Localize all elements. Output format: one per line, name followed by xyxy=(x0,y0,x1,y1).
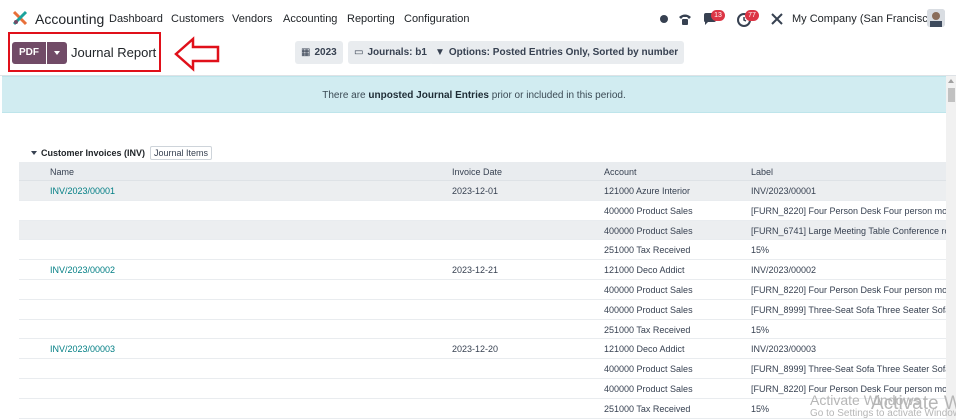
phone-icon[interactable] xyxy=(677,11,693,27)
nav-customers[interactable]: Customers xyxy=(171,13,224,25)
caret-down-icon[interactable] xyxy=(31,151,37,155)
scrollbar-thumb[interactable] xyxy=(948,88,955,102)
app-name[interactable]: Accounting xyxy=(35,11,104,27)
book-icon: ▭ xyxy=(354,47,364,58)
filter-options-label: Options: Posted Entries Only, Sorted by … xyxy=(448,47,679,58)
cell-label: [FURN_6741] Large Meeting Table Conferen… xyxy=(751,225,946,236)
column-header-name: Name xyxy=(50,167,75,177)
nav-dashboard[interactable]: Dashboard xyxy=(109,13,163,25)
scroll-up-icon[interactable] xyxy=(948,79,954,83)
table-row[interactable]: 251000 Tax Received 15% xyxy=(19,320,946,340)
cell-account: 400000 Product Sales xyxy=(604,304,693,315)
company-switcher[interactable]: My Company (San Francisco) xyxy=(792,13,938,25)
banner-suffix: prior or included in this period. xyxy=(488,90,626,101)
table-row[interactable]: 400000 Product Sales [FURN_8999] Three-Se… xyxy=(19,359,946,379)
accounting-app-icon[interactable] xyxy=(12,10,28,26)
filter-date-label: 2023 xyxy=(314,47,337,58)
annotation-arrow-icon xyxy=(174,36,220,72)
cell-invoice-date: 2023-12-01 xyxy=(452,186,499,196)
tools-icon[interactable] xyxy=(769,11,785,27)
cell-account: 400000 Product Sales xyxy=(604,284,693,295)
cell-account: 400000 Product Sales xyxy=(604,205,693,216)
table-row[interactable]: 400000 Product Sales [FURN_8220] Four Per… xyxy=(19,201,946,221)
table-body: INV/2023/00001 2023-12-01 121000 Azure Int… xyxy=(19,181,946,420)
cell-account: 251000 Tax Received xyxy=(604,324,691,335)
cell-invoice-date: 2023-12-21 xyxy=(452,265,499,276)
cell-label: [FURN_8220] Four Person Desk Four person… xyxy=(751,284,946,295)
vertical-scrollbar[interactable] xyxy=(946,76,956,420)
table-row[interactable]: 400000 Product Sales [FURN_8220] Four Per… xyxy=(19,280,946,300)
table-row[interactable]: 251000 Tax Received 15% xyxy=(19,240,946,261)
unposted-entries-banner: There are unposted Journal Entries prior… xyxy=(2,76,946,113)
calendar-icon: ▦ xyxy=(301,47,311,58)
chat-badge: 13 xyxy=(711,10,725,21)
column-header-account: Account xyxy=(604,167,637,177)
table-row[interactable]: 400000 Product Sales [FURN_8220] Four Per… xyxy=(19,379,946,399)
status-dot-icon xyxy=(660,15,668,23)
cell-label: 15% xyxy=(751,245,770,256)
journal-items-button[interactable]: Journal Items xyxy=(150,146,213,160)
user-avatar[interactable] xyxy=(927,9,945,27)
table-header: Name Invoice Date Account Label xyxy=(19,162,946,181)
cell-label: 15% xyxy=(751,324,770,335)
nav-configuration[interactable]: Configuration xyxy=(404,13,469,25)
watermark-big: Activate W xyxy=(871,393,956,414)
column-header-label: Label xyxy=(751,167,774,177)
cell-account: 121000 Deco Addict xyxy=(604,344,685,355)
table-row[interactable]: 251000 Tax Received 15% xyxy=(19,399,946,419)
activity-badge: 77 xyxy=(745,10,759,21)
filter-journals-label: Journals: b1 xyxy=(367,47,427,58)
cell-account: 400000 Product Sales xyxy=(604,364,693,375)
filter-date-button[interactable]: ▦ 2023 xyxy=(295,41,343,64)
cell-label: [FURN_8220] Four Person Desk Four person… xyxy=(751,205,946,216)
nav-accounting[interactable]: Accounting xyxy=(283,13,337,25)
cell-account: 400000 Product Sales xyxy=(604,225,693,236)
filter-journals-button[interactable]: ▭ Journals: b1 xyxy=(348,41,433,64)
cell-account: 251000 Tax Received xyxy=(604,245,691,256)
column-header-invoice-date: Invoice Date xyxy=(452,167,503,177)
cell-account: 400000 Product Sales xyxy=(604,383,693,394)
cell-name[interactable]: INV/2023/00001 xyxy=(50,186,115,196)
table-row[interactable]: 400000 Product Sales [FURN_6741] Large Me… xyxy=(19,220,946,241)
table-row[interactable]: INV/2023/00002 2023-12-21 121000 Deco Addi… xyxy=(19,260,946,280)
annotation-highlight-box xyxy=(8,32,161,72)
cell-name[interactable]: INV/2023/00003 xyxy=(50,344,115,354)
table-row[interactable]: 400000 Product Sales [FURN_8999] Three-Se… xyxy=(19,300,946,320)
table-row[interactable]: INV/2023/00001 2023-12-01 121000 Azure Int… xyxy=(19,181,946,201)
cell-invoice-date: 2023-12-20 xyxy=(452,344,499,355)
cell-account: 121000 Deco Addict xyxy=(604,265,685,276)
cell-name[interactable]: INV/2023/00002 xyxy=(50,265,115,275)
section-title: Customer Invoices (INV) xyxy=(41,148,146,158)
banner-prefix: There are xyxy=(322,90,369,101)
cell-account: 121000 Azure Interior xyxy=(604,186,691,196)
filter-options-button[interactable]: ▼ Options: Posted Entries Only, Sorted by… xyxy=(429,41,685,64)
cell-account: 251000 Tax Received xyxy=(604,403,691,414)
cell-label: [FURN_8999] Three-Seat Sofa Three Seater… xyxy=(751,304,946,315)
table-row[interactable]: INV/2023/00003 2023-12-20 121000 Deco Addi… xyxy=(19,339,946,360)
journal-section-header[interactable]: Customer Invoices (INV) Journal Items xyxy=(31,146,213,160)
cell-label: 15% xyxy=(751,403,770,414)
banner-link[interactable]: unposted Journal Entries xyxy=(368,90,489,101)
nav-reporting[interactable]: Reporting xyxy=(347,13,395,25)
cell-label: INV/2023/00002 xyxy=(751,265,817,276)
cell-label: INV/2023/00001 xyxy=(751,186,817,196)
cell-label: [FURN_8999] Three-Seat Sofa Three Seater… xyxy=(751,364,946,375)
nav-vendors[interactable]: Vendors xyxy=(232,13,272,25)
cell-label: INV/2023/00003 xyxy=(751,344,817,355)
filter-icon: ▼ xyxy=(435,47,445,58)
